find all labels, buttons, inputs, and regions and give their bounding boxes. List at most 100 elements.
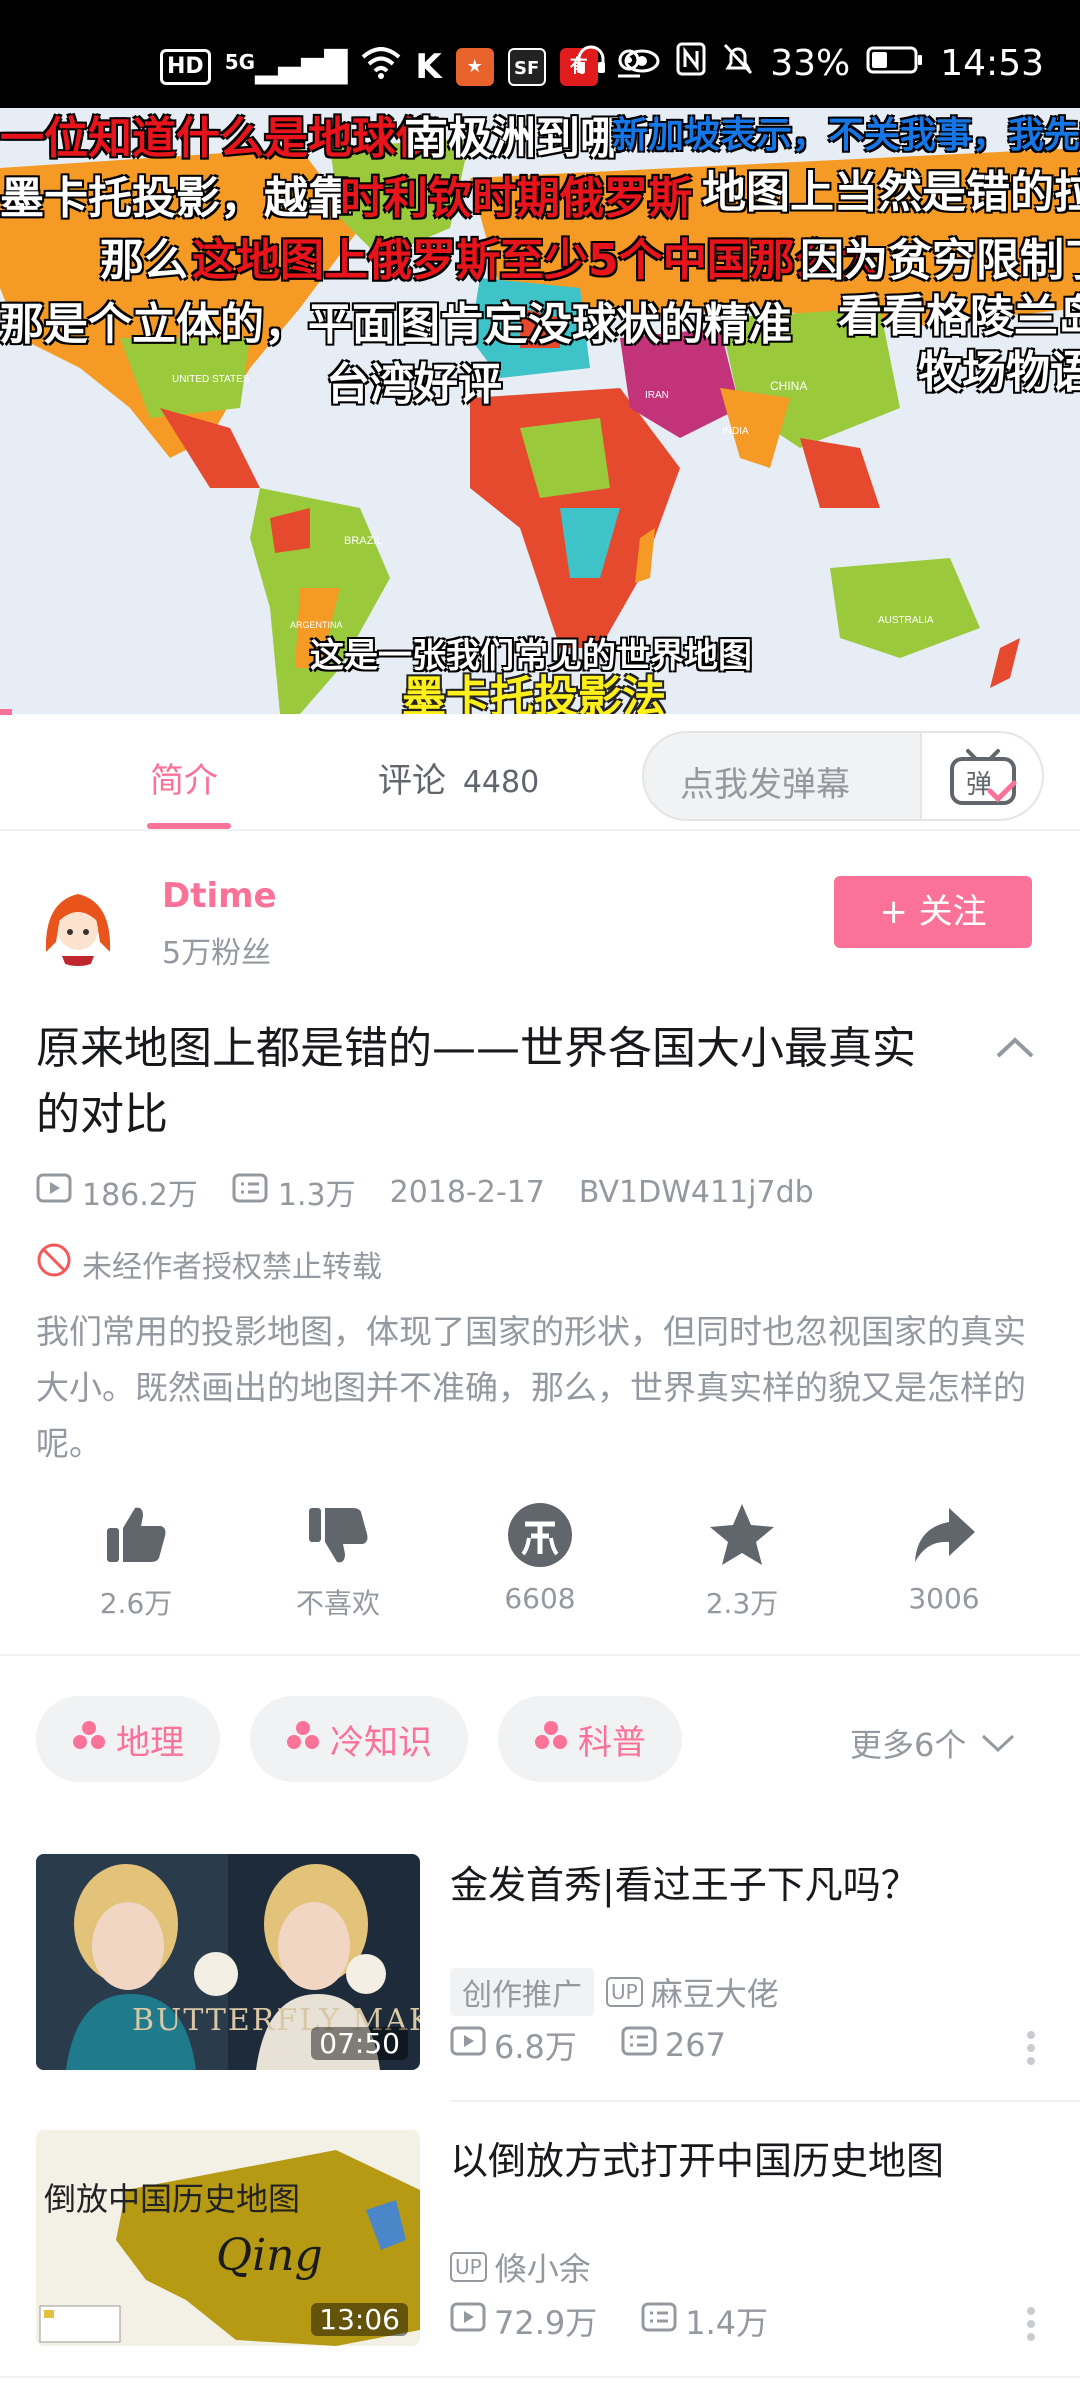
tag-label: 冷知识 <box>330 1722 432 1763</box>
recommended-danmaku-count: 267 <box>664 2026 726 2064</box>
danmaku-comment: 新加坡表示，不关我事，我先撤退 <box>612 115 1080 156</box>
forbidden-icon <box>36 1242 72 1286</box>
wifi-icon <box>361 47 401 87</box>
tag-list: 地理 冷知识 科普 <box>36 1696 682 1782</box>
star-icon <box>710 1504 774 1565</box>
map-label-iran: IRAN <box>645 390 669 401</box>
promo-badge: 创作推广 <box>450 1968 594 2016</box>
danmaku-comment: 这地图上俄罗斯至少5个中国那么大 <box>192 235 883 286</box>
battery-percent: 33% <box>770 43 851 84</box>
video-duration: 13:06 <box>311 2303 408 2336</box>
danmaku-comment: 南极洲到哪 <box>404 113 624 164</box>
danmaku-icon-char: 弹 <box>966 770 992 800</box>
comments-count: 4480 <box>462 765 540 800</box>
headphone-icon <box>574 42 608 85</box>
more-options-icon[interactable] <box>1026 2030 1036 2070</box>
battery-icon <box>866 43 924 84</box>
danmaku-comment: 那是个立体的，平面图肯定没球状的精准 <box>0 299 792 350</box>
video-thumbnail[interactable]: BUTTERFLY MAKE UP 07:50 <box>36 1854 420 2070</box>
tag-label: 科普 <box>578 1722 646 1763</box>
avatar[interactable] <box>36 882 120 966</box>
recommended-video-stats: 6.8万 267 <box>450 2022 726 2068</box>
thumbs-down-icon <box>309 1508 368 1563</box>
tag-geography[interactable]: 地理 <box>36 1696 220 1782</box>
recommended-video-up: 麻豆大佬 <box>650 1975 779 2013</box>
divider <box>0 1654 1080 1656</box>
play-count-icon <box>450 2026 486 2064</box>
recommended-video[interactable]: 倒放中国历史地图 Qing 13:06 以倒放方式打开中国历史地图 UP 倏小余… <box>0 2130 1080 2346</box>
network-5g-icon: 5G▂▄▆█ <box>224 49 348 85</box>
tab-comments[interactable]: 评论 4480 <box>378 753 539 802</box>
recommended-danmaku-count: 1.4万 <box>685 2304 769 2342</box>
coin-button[interactable]: 6608 <box>470 1500 610 1615</box>
dislike-button[interactable]: 不喜欢 <box>268 1500 408 1622</box>
coin-count: 6608 <box>504 1582 576 1615</box>
more-options-icon[interactable] <box>1026 2306 1036 2346</box>
favorite-button[interactable]: 2.3万 <box>672 1500 812 1622</box>
share-icon <box>915 1508 975 1562</box>
bv-id[interactable]: BV1DW411j7db <box>579 1175 814 1210</box>
up-badge-icon: UP <box>606 1977 643 2007</box>
danmaku-comment: 一位知道什么是地球仪 <box>0 113 440 164</box>
danmaku-comment: 因为贫穷限制了 <box>800 235 1080 286</box>
play-count: 186.2万 <box>82 1178 198 1213</box>
danmaku-toggle-button[interactable]: 弹 <box>920 733 1042 819</box>
tag-science[interactable]: 科普 <box>498 1696 682 1782</box>
more-tags-label: 更多6个 <box>850 1726 967 1764</box>
status-left-icons: HD 5G▂▄▆█ K ★ SF 有 <box>160 46 646 88</box>
danmaku-input[interactable]: 点我发弹幕 弹 <box>642 731 1044 821</box>
danmaku-comment: 时利钦时期俄罗斯 <box>340 173 692 224</box>
tag-trivia[interactable]: 冷知识 <box>250 1696 468 1782</box>
danmaku-comment: 台湾好评 <box>326 359 502 410</box>
copyright-notice-text: 未经作者授权禁止转载 <box>82 1250 382 1285</box>
more-tags-button[interactable]: 更多6个 <box>850 1720 1016 1766</box>
map-label-india: INDIA <box>722 426 749 437</box>
video-player[interactable]: UNITED STATES BRAZIL CHINA INDIA IRAN AU… <box>0 108 1080 714</box>
recommended-play-count: 72.9万 <box>494 2304 598 2342</box>
video-thumbnail[interactable]: 倒放中国历史地图 Qing 13:06 <box>36 2130 420 2346</box>
video-title: 原来地图上都是错的——世界各国大小最真实的对比 <box>36 1023 916 1140</box>
thumbnail-text: 倒放中国历史地图 <box>44 2180 300 2218</box>
video-duration: 07:50 <box>311 2027 408 2060</box>
play-count-icon <box>36 1173 72 1211</box>
share-button[interactable]: 3006 <box>874 1500 1014 1615</box>
tag-icon <box>72 1719 106 1759</box>
uploader-row: Dtime 5万粉丝 + 关注 <box>0 862 1080 982</box>
danmaku-comment: 那么 <box>100 235 188 286</box>
divider <box>450 2100 1080 2102</box>
tab-intro[interactable]: 简介 <box>150 753 218 802</box>
like-button[interactable]: 2.6万 <box>66 1500 206 1622</box>
recommended-video-meta: UP 倏小余 <box>450 2244 591 2290</box>
play-count-icon <box>450 2302 486 2340</box>
map-label-us: UNITED STATES <box>172 374 250 385</box>
follow-button[interactable]: + 关注 <box>834 876 1032 948</box>
collapse-icon[interactable] <box>994 1032 1036 1066</box>
map-label-australia: AUSTRALIA <box>878 615 934 626</box>
uploader-name[interactable]: Dtime <box>162 876 277 916</box>
chevron-down-icon <box>982 1734 1015 1753</box>
hd-icon: HD <box>160 49 211 85</box>
video-stats: 186.2万 1.3万 2018-2-17 BV1DW411j7db <box>36 1170 814 1214</box>
recommended-play-count: 6.8万 <box>494 2028 577 2066</box>
uploader-fans: 5万粉丝 <box>162 936 272 971</box>
danmaku-input-placeholder: 点我发弹幕 <box>680 765 850 805</box>
danmaku-comment: 墨卡托投影，越靠 <box>0 173 352 224</box>
map-label-brazil: BRAZIL <box>344 535 383 547</box>
detail-tabs: 简介 评论 4480 点我发弹幕 弹 <box>0 715 1080 831</box>
tab-comments-label: 评论 <box>378 761 446 801</box>
danmaku-comment: 看看格陵兰岛 <box>838 291 1080 342</box>
like-count: 2.6万 <box>99 1587 173 1620</box>
publish-date: 2018-2-17 <box>389 1174 545 1210</box>
recommended-video[interactable]: BUTTERFLY MAKE UP 07:50 金发首秀|看过王子下凡吗？ 创作… <box>0 1854 1080 2070</box>
danmaku-comment: 地图上当然是错的拉 <box>702 167 1080 218</box>
danmaku-icon: 弹 <box>950 749 1017 805</box>
tab-active-indicator <box>147 823 231 829</box>
sf-express-icon: SF <box>507 48 546 86</box>
coin-icon <box>508 1503 572 1567</box>
video-subtitle-highlight: 墨卡托投影法 <box>402 672 666 714</box>
status-bar: HD 5G▂▄▆█ K ★ SF 有 33% 14:53 <box>0 0 1080 108</box>
thumbnail-text-qing: Qing <box>216 2230 323 2281</box>
recommended-video-meta: 创作推广 UP 麻豆大佬 <box>450 1968 779 2016</box>
up-badge-icon: UP <box>450 2252 487 2282</box>
divider <box>0 2376 1080 2378</box>
